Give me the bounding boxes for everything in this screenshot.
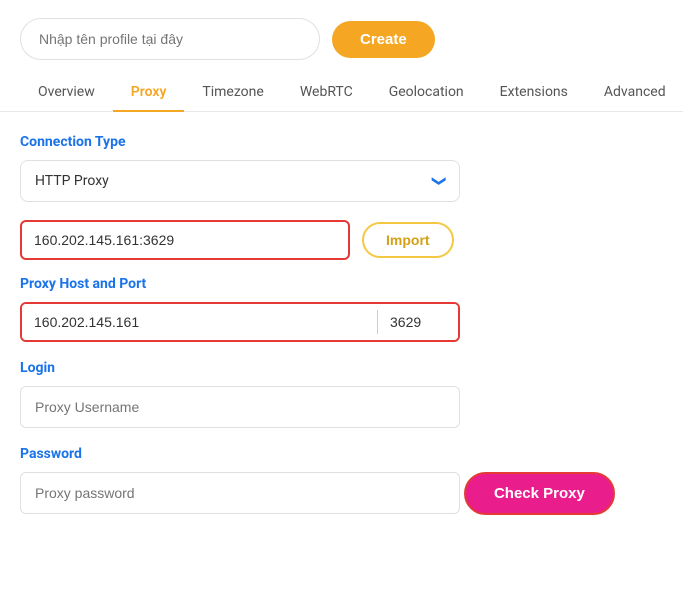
username-input[interactable] <box>20 386 460 428</box>
import-button[interactable]: Import <box>362 222 454 258</box>
proxy-paste-input[interactable] <box>20 220 350 260</box>
password-input[interactable] <box>20 472 460 514</box>
connection-type-value: HTTP Proxy <box>35 173 109 189</box>
connection-type-label: Connection Type <box>20 134 663 150</box>
tab-proxy[interactable]: Proxy <box>113 74 185 112</box>
chevron-down-icon: ❯ <box>431 175 447 187</box>
tab-geolocation[interactable]: Geolocation <box>371 74 482 112</box>
tab-advanced[interactable]: Advanced <box>586 74 683 112</box>
port-input[interactable] <box>378 304 458 340</box>
proxy-content: Connection Type HTTP Proxy ❯ Import Prox… <box>0 112 683 556</box>
create-button[interactable]: Create <box>332 21 435 58</box>
login-label: Login <box>20 360 663 376</box>
tab-webrtc[interactable]: WebRTC <box>282 74 371 112</box>
top-bar: Create <box>0 0 683 74</box>
password-label: Password <box>20 446 663 462</box>
profile-name-input[interactable] <box>20 18 320 60</box>
check-proxy-button[interactable]: Check Proxy <box>464 472 615 515</box>
host-input[interactable] <box>22 304 377 340</box>
tabs-bar: Overview Proxy Timezone WebRTC Geolocati… <box>0 74 683 112</box>
host-port-row <box>20 302 460 342</box>
tab-overview[interactable]: Overview <box>20 74 113 112</box>
tab-extensions[interactable]: Extensions <box>482 74 586 112</box>
host-port-label: Proxy Host and Port <box>20 276 663 292</box>
connection-type-dropdown[interactable]: HTTP Proxy ❯ <box>20 160 460 202</box>
tab-timezone[interactable]: Timezone <box>184 74 281 112</box>
proxy-import-row: Import <box>20 220 663 260</box>
